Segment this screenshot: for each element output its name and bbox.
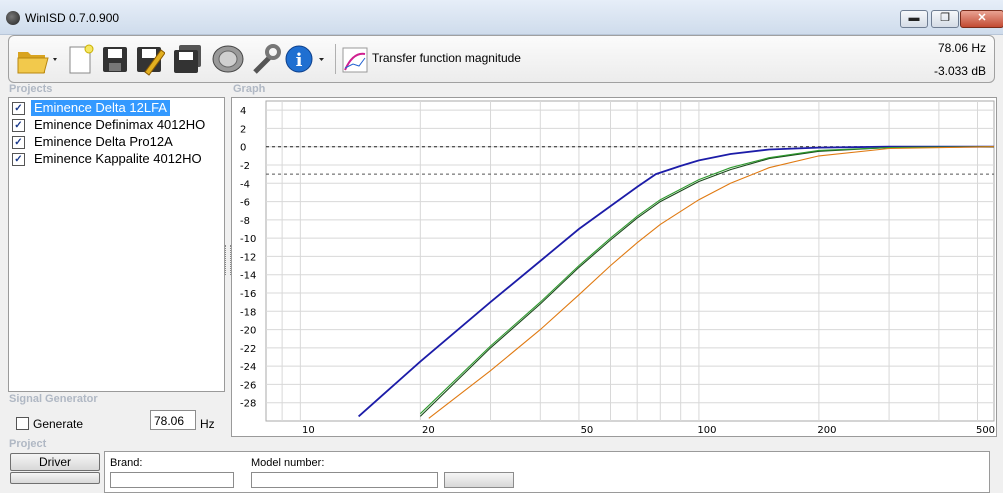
project-checkbox[interactable]: ✓ [12, 119, 25, 132]
toolbar-separator [335, 44, 336, 74]
generate-label: Generate [33, 417, 84, 431]
y-tick-label: -12 [240, 252, 256, 263]
second-tab[interactable] [10, 472, 100, 484]
model-field[interactable] [251, 472, 438, 488]
generate-checkbox[interactable] [16, 417, 29, 430]
project-item[interactable]: ✓ Eminence Definimax 4012HO [11, 117, 223, 133]
y-tick-label: 2 [240, 124, 246, 135]
project-item[interactable]: ✓ Eminence Kappalite 4012HO [11, 151, 223, 167]
model-label: Model number: [251, 457, 325, 469]
window-title: WinISD 0.7.0.900 [25, 11, 120, 25]
graph-panel[interactable]: 4 2 0 -2 -4 -6 -8 -10 -12 -14 -16 -18 -20 -22 -24 -26 -2… [231, 97, 997, 437]
y-tick-label: -20 [240, 326, 256, 337]
edit-icon[interactable] [135, 42, 165, 76]
y-tick-label: -6 [240, 198, 250, 209]
x-tick-label: 100 [697, 425, 716, 436]
y-tick-label: -24 [240, 362, 256, 373]
driver-tab[interactable]: Driver [10, 453, 100, 471]
svg-text:i: i [296, 50, 303, 71]
y-tick-label: -28 [240, 399, 256, 410]
graph-icon[interactable] [341, 42, 369, 76]
close-button[interactable]: ✕ [960, 10, 1003, 28]
y-tick-label: -10 [240, 234, 256, 245]
toolbar: i Transfer function magnitude 78.06 Hz -… [8, 35, 995, 83]
x-tick-label: 200 [817, 425, 836, 436]
chart-svg: 420-2-4-6-8-10-12-14-16-18-20-22-24-26-2… [240, 100, 995, 436]
project-checkbox[interactable]: ✓ [12, 102, 25, 115]
project-checkbox[interactable]: ✓ [12, 153, 25, 166]
minimize-button[interactable]: ▬ [900, 10, 928, 28]
graph-label: Graph [233, 83, 266, 95]
project-name[interactable]: Eminence Definimax 4012HO [31, 117, 208, 133]
y-tick-label: -8 [240, 216, 250, 227]
wrench-icon[interactable] [249, 42, 281, 76]
frequency-unit: Hz [200, 417, 215, 431]
y-tick-label: -16 [240, 289, 256, 300]
info-icon[interactable]: i [285, 42, 325, 76]
project-name[interactable]: Eminence Delta Pro12A [31, 134, 176, 150]
project-section-label: Project [9, 438, 47, 450]
y-tick-label: -26 [240, 380, 256, 391]
save-all-icon[interactable] [171, 42, 205, 76]
projects-panel: ✓ Eminence Delta 12LFA ✓ Eminence Defini… [8, 97, 225, 392]
project-name[interactable]: Eminence Kappalite 4012HO [31, 151, 205, 167]
cursor-level: -3.033 dB [933, 64, 986, 78]
frequency-input[interactable]: 78.06 [150, 410, 196, 430]
title-bar: WinISD 0.7.0.900 ▬ ❐ ✕ [0, 0, 1003, 35]
brand-field[interactable] [110, 472, 234, 488]
x-tick-label: 50 [581, 425, 594, 436]
driver-action-button[interactable] [444, 472, 514, 488]
maximize-button[interactable]: ❐ [931, 10, 959, 28]
y-tick-label: -18 [240, 307, 256, 318]
open-folder-icon[interactable] [15, 42, 59, 76]
x-tick-label: 10 [302, 425, 315, 436]
y-tick-label: -4 [240, 179, 250, 190]
signal-generator-label: Signal Generator [9, 393, 98, 405]
save-icon[interactable] [101, 42, 129, 76]
y-tick-label: 0 [240, 143, 246, 154]
app-icon [6, 11, 20, 25]
cursor-frequency: 78.06 Hz [937, 41, 986, 55]
project-item[interactable]: ✓ Eminence Delta Pro12A [11, 134, 223, 150]
y-tick-label: -2 [240, 161, 250, 172]
y-tick-label: -22 [240, 344, 256, 355]
project-item[interactable]: ✓ Eminence Delta 12LFA [11, 100, 223, 116]
project-panel [104, 451, 990, 493]
driver-icon[interactable] [211, 42, 245, 76]
y-tick-label: -14 [240, 271, 256, 282]
project-name[interactable]: Eminence Delta 12LFA [31, 100, 170, 116]
new-project-icon[interactable] [67, 42, 95, 76]
x-tick-label: 500 [976, 425, 995, 436]
projects-label: Projects [9, 83, 53, 95]
project-checkbox[interactable]: ✓ [12, 136, 25, 149]
x-tick-label: 20 [422, 425, 435, 436]
graph-type-label[interactable]: Transfer function magnitude [372, 51, 521, 65]
y-tick-label: 4 [240, 106, 246, 117]
brand-label: Brand: [110, 457, 143, 469]
